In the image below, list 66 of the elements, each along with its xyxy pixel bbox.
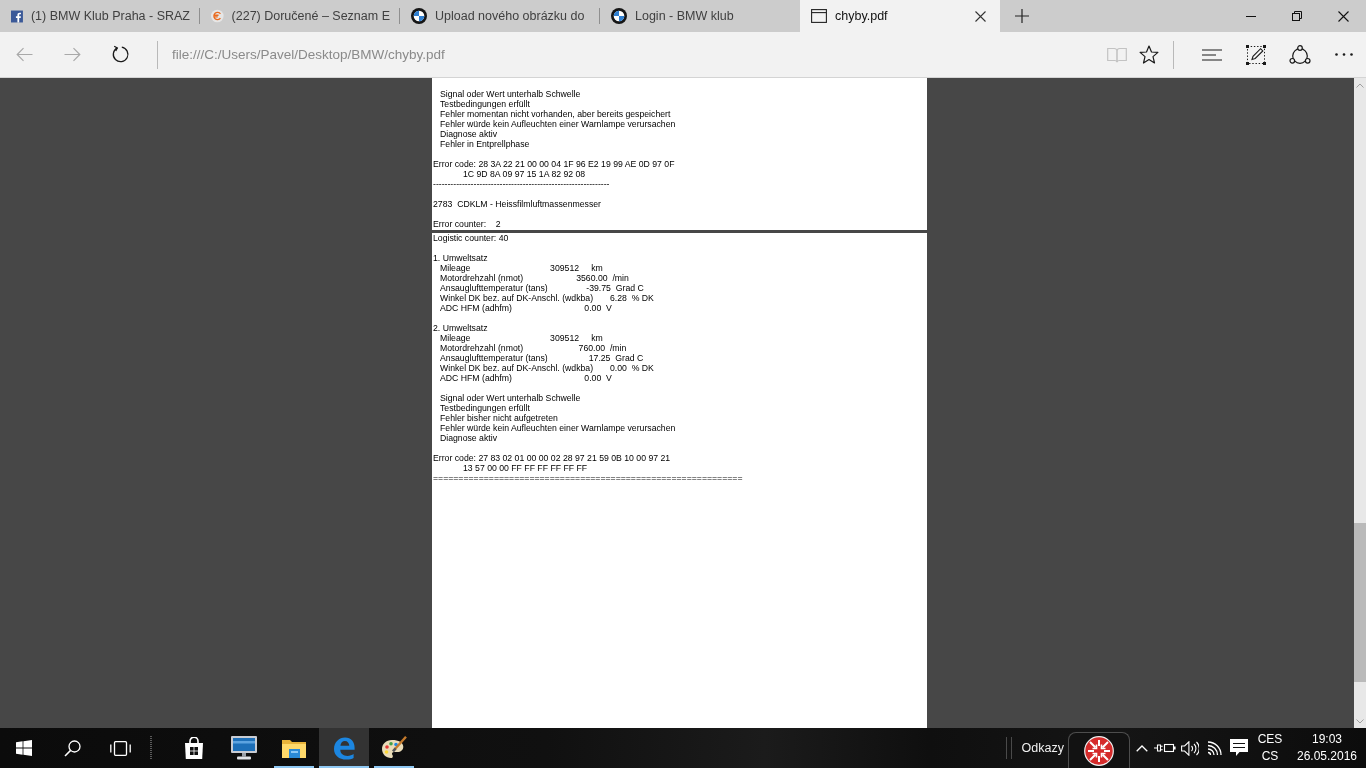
speaker-icon [1181,740,1199,756]
log-line: Logistic counter: 40 [433,233,509,243]
log-line: Ansauglufttemperatur (tans) -39.75 Grad C [440,283,644,293]
scrollbar-thumb[interactable] [1354,523,1366,682]
log-line: Signal oder Wert unterhalb Schwelle [440,393,581,403]
log-line: ADC HFM (adhfm) 0.00 V [440,373,612,383]
log-line: Fehler momentan nicht vorhanden, aber bereits gespeichert [440,109,671,119]
plus-icon [1015,9,1029,23]
search-icon [63,739,81,757]
restore-icon [1292,11,1302,21]
clock-button[interactable]: 19:03 26.05.2016 [1288,728,1366,768]
rule-line: ============================================================= [433,473,743,483]
rule-line: ------------------------------------------------------------- [433,179,610,189]
log-line: Motordrehzahl (nmot) 760.00 /min [440,343,627,353]
minimize-icon [1246,15,1256,17]
input-language-button[interactable]: CES CS [1252,728,1288,768]
euro-sign-icon [211,8,224,24]
log-line: Error code: 27 83 02 01 00 00 02 28 97 21 59 0B 10 00 97 21 [433,453,671,463]
window-icon [811,9,827,23]
log-line: 1. Umweltsatz [433,253,488,263]
log-line: Diagnose aktiv [440,433,497,443]
log-line: Diagnose aktiv [440,129,497,139]
log-line: Fehler würde kein Aufleuchten einer Warnlampe verursachen [440,423,676,433]
scroll-down-icon [1356,718,1364,724]
plug-battery-icon [1154,742,1176,754]
roundel-icon [411,8,427,24]
log-line: Testbedingungen erfüllt [440,99,530,109]
caret-up-icon [1135,744,1148,752]
arrows-disc-icon [1084,735,1114,766]
log-line: Fehler bisher nicht aufgetreten [440,413,558,423]
toolbar-app-button[interactable] [1068,732,1130,768]
log-line: 13 57 00 00 FF FF FF FF FF FF [463,463,588,473]
log-line: Signal oder Wert unterhalb Schwelle [440,89,581,99]
log-line: Error counter: 2 [433,219,501,229]
monitor-icon [231,736,257,760]
windows-logo-icon [16,740,32,756]
roundel-icon [611,8,627,24]
e-logo-icon [332,736,356,760]
shopping-bag-icon [184,737,204,759]
log-line: 2783 CDKLM - Heissfilmluftmassenmesser [433,199,601,209]
log-line: Winkel DK bez. auf DK-Anschl. (wdkba) 6.28 % DK [440,293,654,303]
close-icon [974,10,986,22]
palette-icon [381,736,407,760]
log-line: Fehler würde kein Aufleuchten einer Warnlampe verursachen [440,119,676,129]
close-icon [1337,10,1349,22]
f-logo-icon [11,8,23,24]
log-line: Testbedingungen erfüllt [440,403,530,413]
log-line: Mileage 309512 km [440,333,603,343]
log-line: Error code: 28 3A 22 21 00 00 04 1F 96 E2 19 99 AE 0D 97 0F [433,159,675,169]
log-line: 1C 9D 8A 09 97 15 1A 82 92 08 [463,169,586,179]
scroll-up-icon [1356,82,1364,88]
log-line: Motordrehzahl (nmot) 3560.00 /min [440,273,629,283]
log-line: ADC HFM (adhfm) 0.00 V [440,303,612,313]
folder-icon [282,738,306,758]
log-line: Ansauglufttemperatur (tans) 17.25 Grad C [440,353,644,363]
wifi-icon [1206,740,1223,756]
task-view-icon [109,740,131,756]
log-line: Fehler in Entprellphase [440,139,530,149]
log-line: Mileage 309512 km [440,263,603,273]
log-line: Winkel DK bez. auf DK-Anschl. (wdkba) 0.00 % DK [440,363,654,373]
log-line: 2. Umweltsatz [433,323,488,333]
scrollbar[interactable] [1354,78,1366,728]
toolbar-label: Odkazy [1021,741,1064,755]
browser-tab[interactable]: chyby.pdf [800,0,1000,32]
taskbar-app-button[interactable] [319,728,369,768]
notification-icon [1230,739,1248,757]
